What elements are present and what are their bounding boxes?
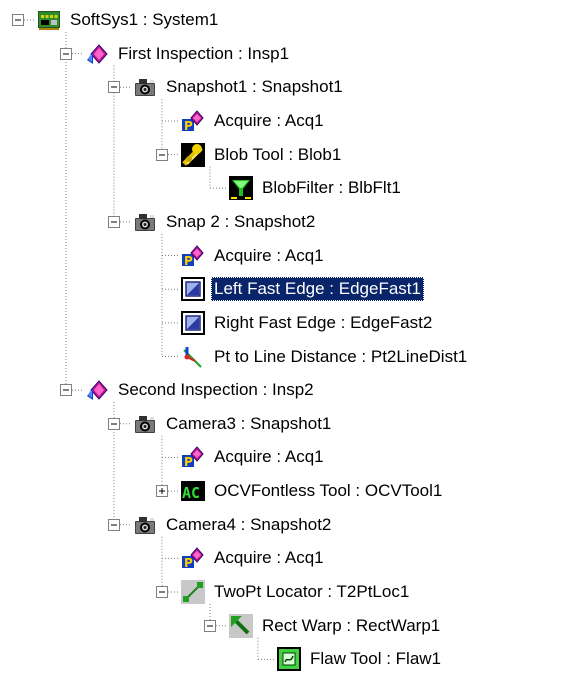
svg-text:P: P [184, 254, 193, 268]
camera-icon [135, 213, 155, 231]
tree-node[interactable]: P Acquire : Acq1 [181, 543, 327, 573]
rect-warp-icon [229, 613, 253, 638]
collapse-toggle-icon[interactable] [108, 81, 120, 94]
collapse-toggle-icon[interactable] [108, 518, 120, 531]
svg-text:P: P [184, 556, 193, 570]
two-point-locator-icon [181, 580, 205, 605]
acquire-icon: P [182, 110, 204, 133]
tree-node-label[interactable]: Pt to Line Distance : Pt2LineDist1 [211, 345, 470, 369]
tree-node[interactable]: Snapshot1 : Snapshot1 [133, 72, 346, 102]
tree-node-label[interactable]: Acquire : Acq1 [211, 546, 327, 570]
flaw-tool-icon [277, 647, 301, 672]
tree-node[interactable]: P Acquire : Acq1 [181, 442, 327, 472]
tree-node-label[interactable]: Left Fast Edge : EdgeFast1 [211, 277, 424, 302]
tree-node[interactable]: BlobFilter : BlbFlt1 [229, 173, 404, 203]
tree-node[interactable]: AC OCVFontless Tool : OCVTool1 [181, 476, 445, 506]
tree-node[interactable]: Right Fast Edge : EdgeFast2 [181, 308, 435, 338]
inspection-tree-view[interactable]: SoftSys1 : System1 First Inspection : Ins… [0, 0, 566, 678]
tree-node-label[interactable]: First Inspection : Insp1 [115, 42, 292, 66]
tree-node-label[interactable]: Flaw Tool : Flaw1 [307, 647, 444, 671]
acquire-icon: P [182, 244, 204, 268]
tree-node[interactable]: First Inspection : Insp1 [85, 39, 292, 69]
expand-toggle-icon[interactable] [156, 485, 168, 498]
tree-node-label[interactable]: Right Fast Edge : EdgeFast2 [211, 311, 435, 335]
tree-node[interactable]: Left Fast Edge : EdgeFast1 [181, 274, 424, 304]
collapse-toggle-icon[interactable] [156, 586, 168, 599]
tree-node[interactable]: Pt to Line Distance : Pt2LineDist1 [181, 342, 470, 372]
collapse-toggle-icon[interactable] [60, 384, 72, 397]
fast-edge-icon [181, 277, 205, 302]
fast-edge-icon [181, 310, 205, 335]
tree-node-label[interactable]: SoftSys1 : System1 [67, 8, 221, 32]
svg-text:P: P [184, 119, 193, 133]
tree-node[interactable]: SoftSys1 : System1 [37, 5, 221, 35]
tree-node-label[interactable]: Camera4 : Snapshot2 [163, 513, 334, 537]
collapse-toggle-icon[interactable] [156, 148, 168, 161]
tree-node[interactable]: Blob Tool : Blob1 [181, 140, 344, 170]
tree-node[interactable]: Flaw Tool : Flaw1 [277, 644, 444, 674]
blob-filter-icon [229, 176, 253, 201]
tree-node-label[interactable]: Rect Warp : RectWarp1 [259, 614, 443, 638]
tree-node[interactable]: TwoPt Locator : T2PtLoc1 [181, 577, 412, 607]
tree-node-label[interactable]: Second Inspection : Insp2 [115, 378, 317, 402]
collapse-toggle-icon[interactable] [204, 619, 216, 632]
tree-node-label[interactable]: Acquire : Acq1 [211, 109, 327, 133]
tree-node[interactable]: P Acquire : Acq1 [181, 241, 327, 271]
ocv-tool-icon: AC [181, 481, 205, 502]
tree-node[interactable]: P Acquire : Acq1 [181, 106, 327, 136]
acquire-icon: P [182, 547, 204, 570]
collapse-toggle-icon[interactable] [108, 417, 120, 430]
tree-node-label[interactable]: BlobFilter : BlbFlt1 [259, 176, 404, 200]
tree-node[interactable]: Second Inspection : Insp2 [85, 375, 317, 405]
collapse-toggle-icon[interactable] [108, 215, 120, 228]
tree-node-label[interactable]: OCVFontless Tool : OCVTool1 [211, 479, 445, 503]
svg-text:P: P [184, 455, 193, 469]
camera-icon [135, 415, 155, 433]
camera-icon [135, 79, 155, 97]
system-board-icon [38, 11, 60, 30]
tree-node[interactable]: Camera3 : Snapshot1 [133, 409, 334, 439]
tree-node[interactable]: Rect Warp : RectWarp1 [229, 611, 443, 641]
inspection-icon [87, 380, 108, 401]
tree-node-label[interactable]: Snap 2 : Snapshot2 [163, 210, 318, 234]
blob-tool-icon [181, 142, 205, 167]
tree-node[interactable]: Snap 2 : Snapshot2 [133, 207, 318, 237]
tree-node-label[interactable]: Snapshot1 : Snapshot1 [163, 75, 346, 99]
svg-text:AC: AC [182, 484, 200, 502]
tree-node-label[interactable]: Camera3 : Snapshot1 [163, 412, 334, 436]
tree-node[interactable]: Camera4 : Snapshot2 [133, 510, 334, 540]
tree-node-label[interactable]: Acquire : Acq1 [211, 445, 327, 469]
tree-node-label[interactable]: Blob Tool : Blob1 [211, 143, 344, 167]
acquire-icon: P [182, 446, 204, 469]
camera-icon [135, 516, 155, 534]
inspection-icon [87, 43, 108, 64]
tree-node-label[interactable]: Acquire : Acq1 [211, 244, 327, 268]
tree-node-label[interactable]: TwoPt Locator : T2PtLoc1 [211, 580, 412, 604]
collapse-toggle-icon[interactable] [12, 14, 24, 26]
point-line-distance-icon [183, 346, 202, 368]
collapse-toggle-icon[interactable] [60, 47, 72, 60]
